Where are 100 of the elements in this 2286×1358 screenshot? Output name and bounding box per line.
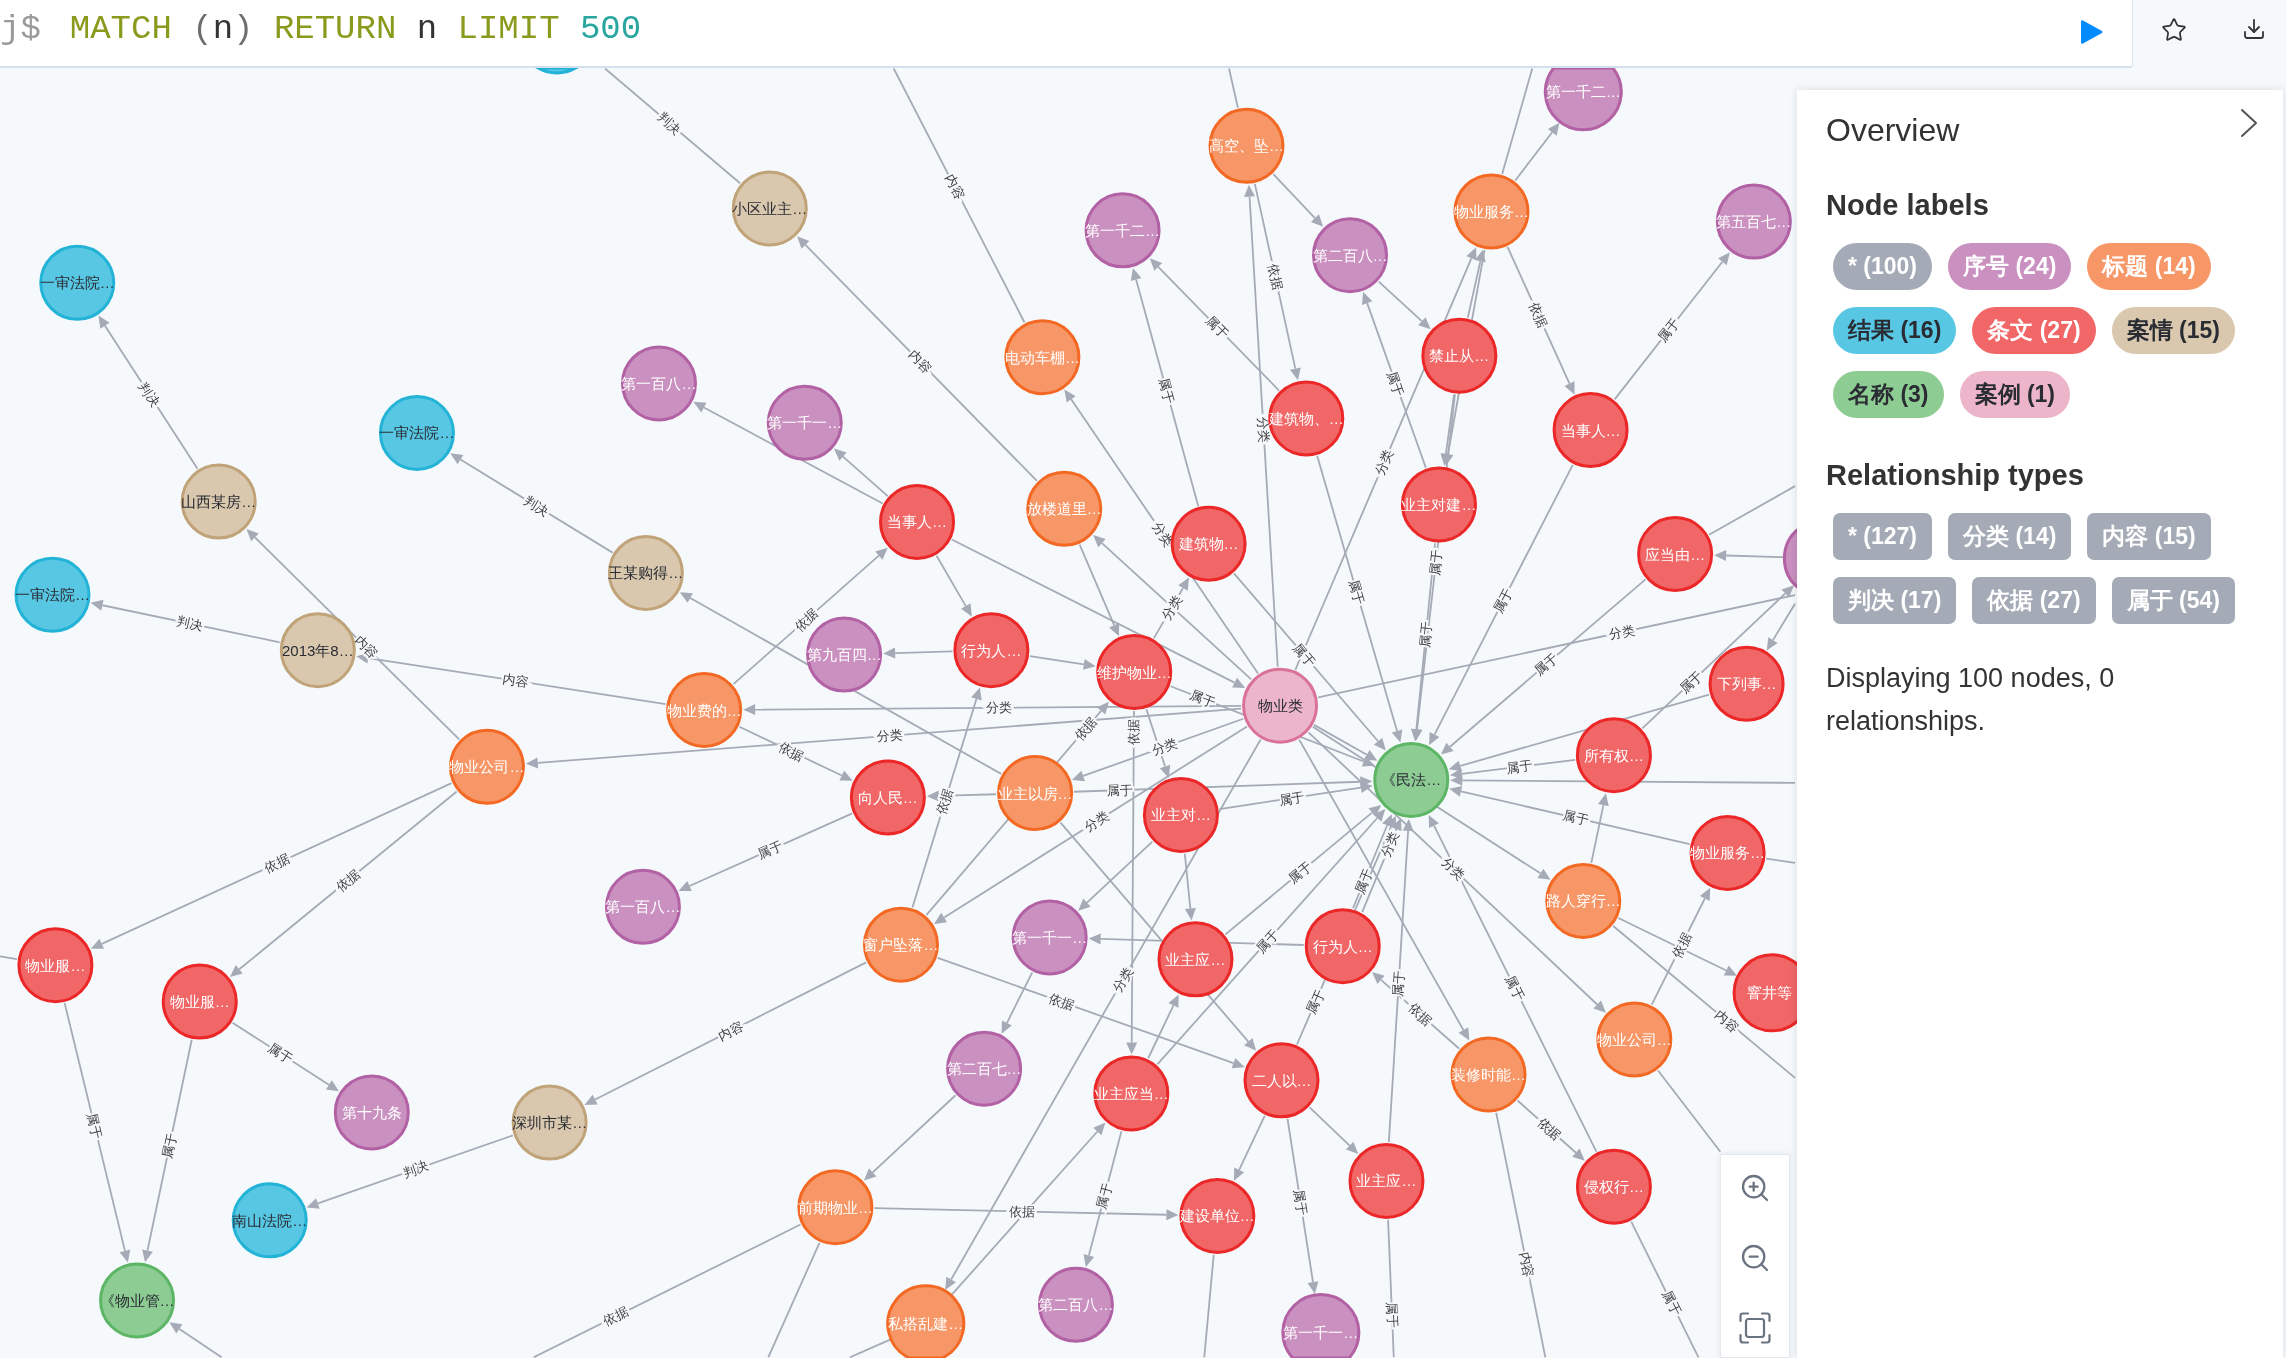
graph-node[interactable]	[879, 483, 955, 560]
graph-node[interactable]	[863, 906, 939, 983]
node-label-pill[interactable]: 结果 (16)	[1833, 307, 1957, 354]
relationship-line[interactable]	[0, 955, 18, 960]
relationship-type-pill[interactable]: 依据 (27)	[1972, 577, 2096, 624]
graph-node[interactable]	[953, 612, 1030, 689]
relationship-arrow[interactable]	[231, 1021, 339, 1092]
graph-node[interactable]	[231, 1182, 308, 1259]
relationship-arrow[interactable]	[1650, 887, 1711, 1006]
relationship-arrow[interactable]	[229, 790, 458, 977]
graph-node[interactable]	[161, 963, 238, 1040]
graph-node[interactable]	[1575, 1148, 1652, 1225]
graph-node[interactable]	[1453, 173, 1530, 250]
relationship-arrow[interactable]	[1449, 786, 1691, 845]
relationship-type-pill[interactable]: 分类 (14)	[1948, 513, 2072, 560]
graph-node[interactable]	[1689, 814, 1766, 891]
relationship-arrow[interactable]	[1466, 249, 1486, 319]
relationship-arrow[interactable]	[1152, 577, 1190, 640]
relationship-arrow[interactable]	[678, 812, 854, 892]
relationship-type-pill[interactable]: 判决 (17)	[1833, 577, 1957, 624]
relationship-arrow[interactable]	[1514, 122, 1560, 182]
relationship-arrow[interactable]	[926, 790, 998, 802]
node-label-pill[interactable]: 条文 (27)	[1972, 307, 2096, 354]
node-label-pill[interactable]: 标题 (14)	[2087, 243, 2211, 290]
relationship-type-pill[interactable]: 内容 (15)	[2087, 513, 2211, 560]
graph-node[interactable]	[1545, 863, 1622, 939]
graph-node[interactable]	[1157, 921, 1234, 998]
relationship-arrow[interactable]	[1130, 267, 1200, 508]
graph-node[interactable]	[14, 556, 91, 633]
relationship-arrow[interactable]	[1147, 994, 1179, 1060]
relationship-arrow[interactable]	[1506, 246, 1575, 395]
graph-node[interactable]	[1170, 505, 1247, 582]
relationship-arrow[interactable]	[935, 554, 972, 617]
graph-node[interactable]	[1208, 107, 1285, 184]
graph-node[interactable]	[1421, 317, 1498, 394]
relationship-arrow[interactable]	[1308, 1106, 1359, 1154]
graph-node[interactable]	[1373, 742, 1450, 818]
graph-node[interactable]	[1715, 183, 1792, 260]
relationship-arrow[interactable]	[1218, 782, 1373, 810]
relationship-arrow[interactable]	[1714, 550, 1785, 561]
relationship-line[interactable]	[849, 1338, 891, 1358]
relationship-arrow[interactable]	[1372, 971, 1461, 1050]
graph-node[interactable]	[1637, 516, 1714, 592]
graph-node[interactable]	[1142, 776, 1219, 853]
relationship-arrow[interactable]	[1613, 252, 1730, 401]
graph-node[interactable]	[1708, 645, 1785, 722]
graph-node[interactable]	[1400, 466, 1477, 543]
graph-node[interactable]	[1243, 1042, 1320, 1119]
graph-node[interactable]	[536, 68, 578, 75]
relationship-line[interactable]	[1630, 1220, 1700, 1358]
relationship-arrow[interactable]	[1078, 543, 1120, 637]
relationship-line[interactable]	[1612, 925, 1796, 1079]
collapse-button[interactable]	[2240, 108, 2258, 138]
relationship-line[interactable]	[1708, 485, 1796, 536]
favorite-button[interactable]	[2161, 17, 2187, 43]
graph-node[interactable]	[1242, 667, 1319, 744]
graph-node[interactable]	[607, 534, 684, 611]
relationship-arrow[interactable]	[1183, 852, 1196, 921]
graph-node[interactable]	[1037, 1266, 1114, 1343]
graph-node[interactable]	[1552, 392, 1629, 469]
relationship-arrow[interactable]	[738, 725, 853, 781]
node-label-pill[interactable]: 案例 (1)	[1959, 371, 2070, 418]
graph-node[interactable]	[333, 1074, 410, 1151]
relationship-line[interactable]	[1501, 68, 1534, 175]
graph-node[interactable]	[1304, 908, 1381, 985]
relationship-arrow[interactable]	[911, 687, 982, 909]
graph-node[interactable]	[1026, 470, 1103, 547]
graph-node[interactable]	[1004, 319, 1081, 396]
relationship-line[interactable]	[1228, 68, 1239, 109]
graph-node[interactable]	[1011, 899, 1088, 976]
relationship-arrow[interactable]	[1078, 840, 1154, 911]
graph-node[interactable]	[604, 868, 681, 945]
graph-node[interactable]	[1543, 68, 1623, 132]
relationship-arrow[interactable]	[1590, 793, 1609, 864]
graph-node[interactable]	[448, 728, 525, 805]
graph-node[interactable]	[1179, 1177, 1256, 1254]
graph-node[interactable]	[1084, 192, 1161, 269]
relationship-arrow[interactable]	[1377, 280, 1431, 330]
graph-node[interactable]	[1281, 1293, 1361, 1358]
graph-node[interactable]	[1268, 380, 1345, 457]
relationship-arrow[interactable]	[1093, 535, 1253, 681]
zoom-in-button[interactable]	[1739, 1172, 1771, 1204]
relationship-arrow[interactable]	[1001, 971, 1034, 1034]
graph-node[interactable]	[378, 395, 455, 471]
download-button[interactable]	[2242, 17, 2266, 41]
relationship-type-pill[interactable]: 属于 (54)	[2111, 577, 2235, 624]
graph-node[interactable]	[997, 755, 1074, 832]
relationship-arrow[interactable]	[1641, 585, 1795, 730]
graph-node[interactable]	[1096, 634, 1173, 711]
graph-node[interactable]	[731, 170, 808, 247]
graph-node[interactable]	[1093, 1055, 1170, 1132]
relationship-arrow[interactable]	[863, 1094, 957, 1181]
relationship-line[interactable]	[1765, 857, 1796, 864]
relationship-line[interactable]	[1203, 1253, 1215, 1358]
relationship-arrow[interactable]	[1029, 655, 1096, 670]
node-label-pill[interactable]: 序号 (24)	[1948, 243, 2072, 290]
relationship-arrow[interactable]	[1516, 1099, 1585, 1161]
graph-node[interactable]	[797, 1169, 874, 1246]
query-input[interactable]: MATCH (n) RETURN n LIMIT 500	[69, 12, 2081, 46]
graph-node[interactable]	[849, 759, 926, 836]
